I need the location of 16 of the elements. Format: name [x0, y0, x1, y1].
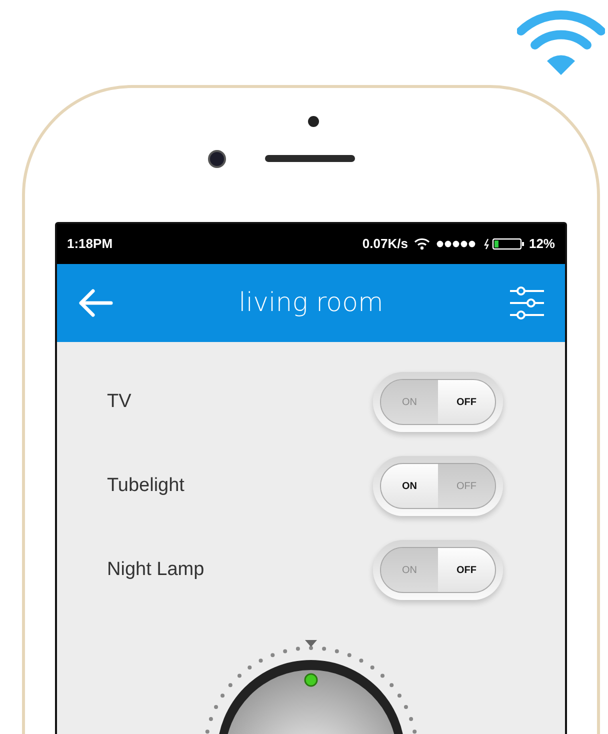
settings-sliders-icon[interactable]	[509, 286, 545, 320]
wifi-icon	[414, 238, 430, 250]
battery-percent: 12%	[528, 235, 555, 254]
device-label: Night Lamp	[107, 558, 206, 582]
on-off-toggle[interactable]: ON OFF	[380, 547, 496, 593]
signal-icon	[436, 240, 476, 248]
device-label: Tubelight	[107, 474, 186, 498]
camera-lens	[208, 150, 226, 168]
device-label: TV	[107, 390, 132, 414]
on-off-toggle[interactable]: ON OFF	[380, 379, 496, 425]
network-speed: 0.07K/s	[362, 235, 408, 254]
on-off-toggle[interactable]: ON OFF	[380, 463, 496, 509]
screen-title: living room	[238, 286, 384, 320]
status-time: 1:18PM	[67, 235, 113, 254]
battery-icon	[484, 238, 526, 250]
back-arrow-icon[interactable]	[77, 288, 113, 318]
